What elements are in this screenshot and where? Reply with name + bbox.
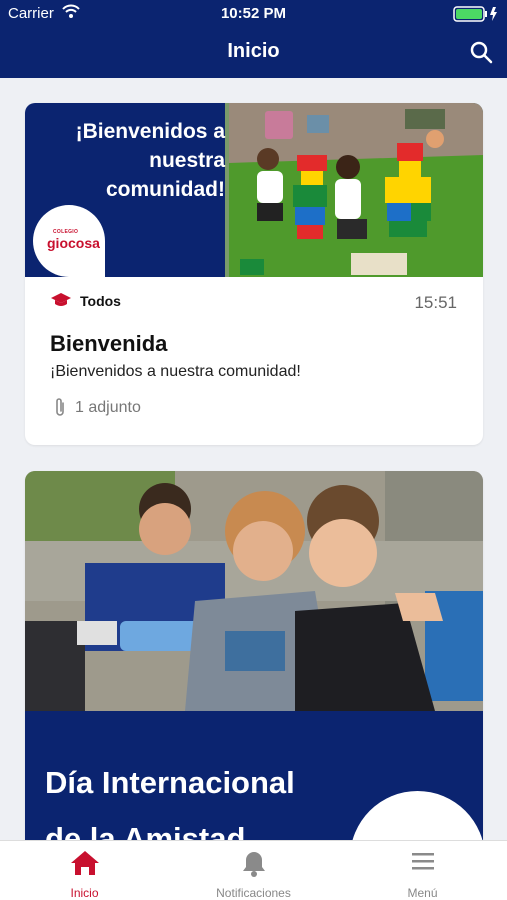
attachment-count[interactable]: 1 adjunto xyxy=(75,399,141,417)
banner-headline: ¡Bienvenidos a nuestra comunidad! xyxy=(75,120,225,201)
tab-label: Notificaciones xyxy=(216,886,291,900)
tab-notificaciones[interactable]: Notificaciones xyxy=(169,841,338,900)
graduation-cap-icon xyxy=(51,293,71,306)
news-feed[interactable]: ¡Bienvenidos a nuestra comunidad! COLEGI… xyxy=(0,78,507,840)
post-card[interactable]: ¡Bienvenidos a nuestra comunidad! COLEGI… xyxy=(25,103,483,445)
tab-bar: Inicio Notificaciones Menú xyxy=(0,840,507,900)
headline-line: de la Amistad xyxy=(45,821,246,840)
search-icon[interactable] xyxy=(469,40,493,64)
post-card[interactable]: Día Internacional de la Amistad xyxy=(25,471,483,840)
tab-label: Menú xyxy=(407,886,438,900)
logo-name: giocosa xyxy=(47,235,100,251)
status-bar: Carrier 10:52 PM xyxy=(0,0,507,28)
post-title: Bienvenida xyxy=(50,331,168,356)
post-headline: Día Internacional de la Amistad xyxy=(45,755,295,840)
tab-label: Inicio xyxy=(70,886,99,900)
tab-inicio[interactable]: Inicio xyxy=(0,841,169,900)
status-time: 10:52 PM xyxy=(220,5,287,22)
post-headline-panel: Día Internacional de la Amistad xyxy=(25,711,483,840)
headline-line: Día Internacional xyxy=(45,765,295,800)
page-title: Inicio xyxy=(227,40,280,62)
tab-menu[interactable]: Menú xyxy=(338,841,507,900)
post-time: 15:51 xyxy=(414,293,457,312)
battery-icon xyxy=(453,6,497,22)
school-logo: COLEGIO giocosa xyxy=(33,205,105,277)
home-icon xyxy=(70,851,99,875)
paperclip-icon xyxy=(56,398,64,416)
navigation-bar: Inicio xyxy=(0,28,507,78)
menu-icon xyxy=(411,853,434,870)
post-photo xyxy=(25,471,483,711)
logo-badge-circle xyxy=(350,791,483,840)
post-body: Todos 15:51 Bienvenida ¡Bienvenidos a nu… xyxy=(25,277,483,445)
bell-icon xyxy=(242,852,265,877)
post-summary: ¡Bienvenidos a nuestra comunidad! xyxy=(50,363,301,380)
post-category: Todos xyxy=(80,293,121,309)
post-banner: ¡Bienvenidos a nuestra comunidad! COLEGI… xyxy=(25,103,483,277)
